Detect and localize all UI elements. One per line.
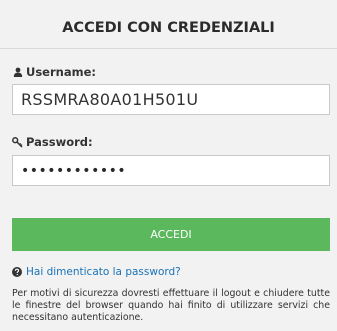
user-icon — [12, 67, 23, 78]
username-label-text: Username: — [26, 65, 96, 79]
question-circle-icon — [12, 267, 22, 277]
login-panel: ACCEDI CON CREDENZIALI Username: RSSMRA8… — [0, 0, 337, 331]
title-divider — [0, 48, 337, 49]
username-label: Username: — [12, 65, 96, 79]
forgot-password-link[interactable]: Hai dimenticato la password? — [12, 266, 181, 278]
password-value: •••••••••••• — [21, 162, 127, 179]
password-label-text: Password: — [26, 135, 93, 149]
username-value: RSSMRA80A01H501U — [21, 90, 199, 109]
login-title: ACCEDI CON CREDENZIALI — [62, 20, 275, 36]
password-label: Password: — [12, 135, 93, 149]
password-field[interactable]: •••••••••••• — [12, 155, 330, 186]
forgot-password-text: Hai dimenticato la password? — [26, 266, 181, 278]
security-notice: Per motivi di sicurezza dovresti effettu… — [12, 288, 330, 323]
username-field[interactable]: RSSMRA80A01H501U — [12, 84, 330, 115]
login-button[interactable]: ACCEDI — [12, 218, 330, 251]
key-icon — [12, 136, 23, 148]
